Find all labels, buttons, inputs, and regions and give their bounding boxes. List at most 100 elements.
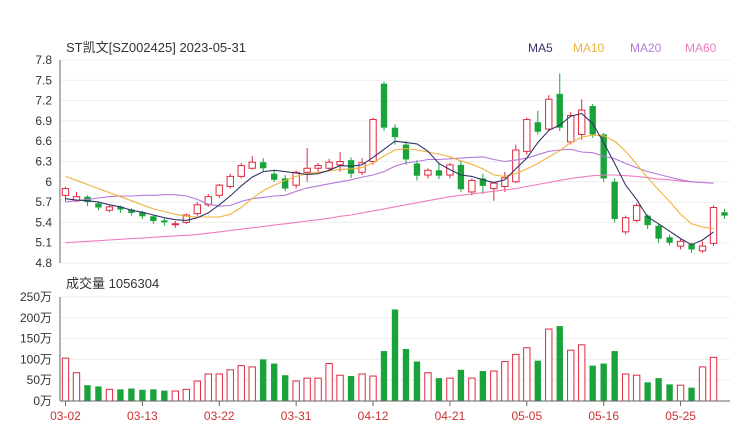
volume-bar-down [600,363,607,401]
volume-bar-up [676,384,685,402]
candle-body-down [347,160,355,174]
candle-body-down [435,170,443,176]
candle [567,112,575,145]
candle [578,99,586,140]
volume-bar-down [380,351,388,401]
candle-body-up [61,188,70,196]
candle [193,202,201,216]
volume-bar-up [215,373,223,402]
volume-bar-down [139,389,146,401]
volume-bar-up [204,373,212,402]
volume-bar-down [556,326,563,401]
candle-body-up [248,161,256,169]
volume-bar-down [84,385,91,401]
volume-y-axis: 250万 200万 150万 100万 50万 0万 [20,290,61,408]
volume-bar-down [281,375,289,401]
volume-bar-up [237,365,245,402]
x-tick-label: 03-02 [50,409,81,423]
candle [611,178,618,223]
candle-body-up [545,98,553,130]
price-tick-label: 4.8 [35,256,52,270]
chart-title: ST凯文[SZ002425] 2023-05-31 [66,40,246,55]
candle-body-up [292,171,300,186]
volume-label: 成交量 1056304 [66,276,159,291]
candle [468,178,476,196]
x-tick-label: 03-31 [281,409,312,423]
candle [666,234,673,246]
stock-chart: ST凯文[SZ002425] 2023-05-31 MA5 MA10 MA20 MA6… [20,40,730,423]
x-tick-label: 05-25 [665,409,696,423]
x-tick-label: 05-05 [511,409,542,423]
volume-bar-up [358,373,366,402]
x-tick-label: 03-22 [204,409,235,423]
volume-bar-down [589,365,596,401]
volume-bar-up [578,344,586,402]
candle-body-down [150,216,157,222]
volume-tick-label: 250万 [20,290,52,304]
volume-bar-up [314,377,322,402]
candle-body-down [391,127,399,138]
candle [215,183,223,199]
candle [161,218,168,226]
candle-body-down [270,173,278,180]
x-tick-label: 05-16 [588,409,619,423]
candle-body-down [413,163,421,176]
x-tick-label: 04-21 [435,409,466,423]
candle-body-up [490,182,498,190]
volume-bar-down [270,363,278,401]
candle [534,110,541,135]
candle-body-down [534,122,541,132]
candle-body-up [512,149,520,183]
x-axis: 03-02 03-13 03-22 03-31 04-12 04-21 05-05 05-16… [50,400,730,423]
candle [545,95,553,132]
volume-bar-down [666,384,673,401]
ma5-line [65,112,714,246]
candle [347,157,355,178]
volume-bar-down [413,361,421,401]
volume-bar-up [709,356,718,402]
candle-body-down [457,164,465,190]
candle-body-up [171,223,180,226]
legend-ma60: MA60 [685,41,717,55]
volume-tick-label: 50万 [27,373,52,387]
candle-body-down [95,203,102,208]
price-tick-label: 5.1 [35,236,52,250]
volume-bar-down [260,359,267,401]
volume-bar-down [479,371,487,401]
chart-legend: MA5 MA10 MA20 MA60 [528,41,717,55]
price-tick-label: 7.8 [35,53,52,67]
volume-bar-up [501,360,509,402]
candle [105,205,114,213]
candle [457,161,465,192]
volume-bars [61,309,718,402]
volume-bar-up [567,349,575,402]
candle-body-up [468,179,476,193]
volume-bar-up [72,372,81,402]
candle-body-up [325,161,333,169]
candle [655,223,662,243]
volume-bar-up [446,377,454,402]
price-tick-label: 6 [45,175,52,189]
candle [501,171,509,192]
volume-bar-down [611,351,618,401]
candle-body-up [424,169,432,176]
volume-bar-up [698,366,707,402]
candle-body-up [336,161,344,166]
price-y-axis: 7.8 7.5 7.2 6.9 6.6 6.3 6 5.7 5.4 5.1 4.8 [35,53,61,270]
volume-tick-label: 150万 [20,332,52,346]
price-tick-label: 7.2 [35,94,52,108]
candle [632,203,641,223]
volume-bar-up [369,375,377,402]
volume-bar-up [171,390,180,402]
volume-bar-up [632,374,641,402]
x-tick-label: 03-13 [127,409,158,423]
candle [512,144,520,184]
candle-body-up [621,217,630,233]
volume-bar-down [402,349,410,401]
candle [709,205,718,247]
candle-body-up [226,175,234,188]
volume-bar-down [655,378,662,401]
volume-bar-up [61,357,70,402]
volume-bar-up [512,353,520,402]
candle-body-up [698,245,707,252]
